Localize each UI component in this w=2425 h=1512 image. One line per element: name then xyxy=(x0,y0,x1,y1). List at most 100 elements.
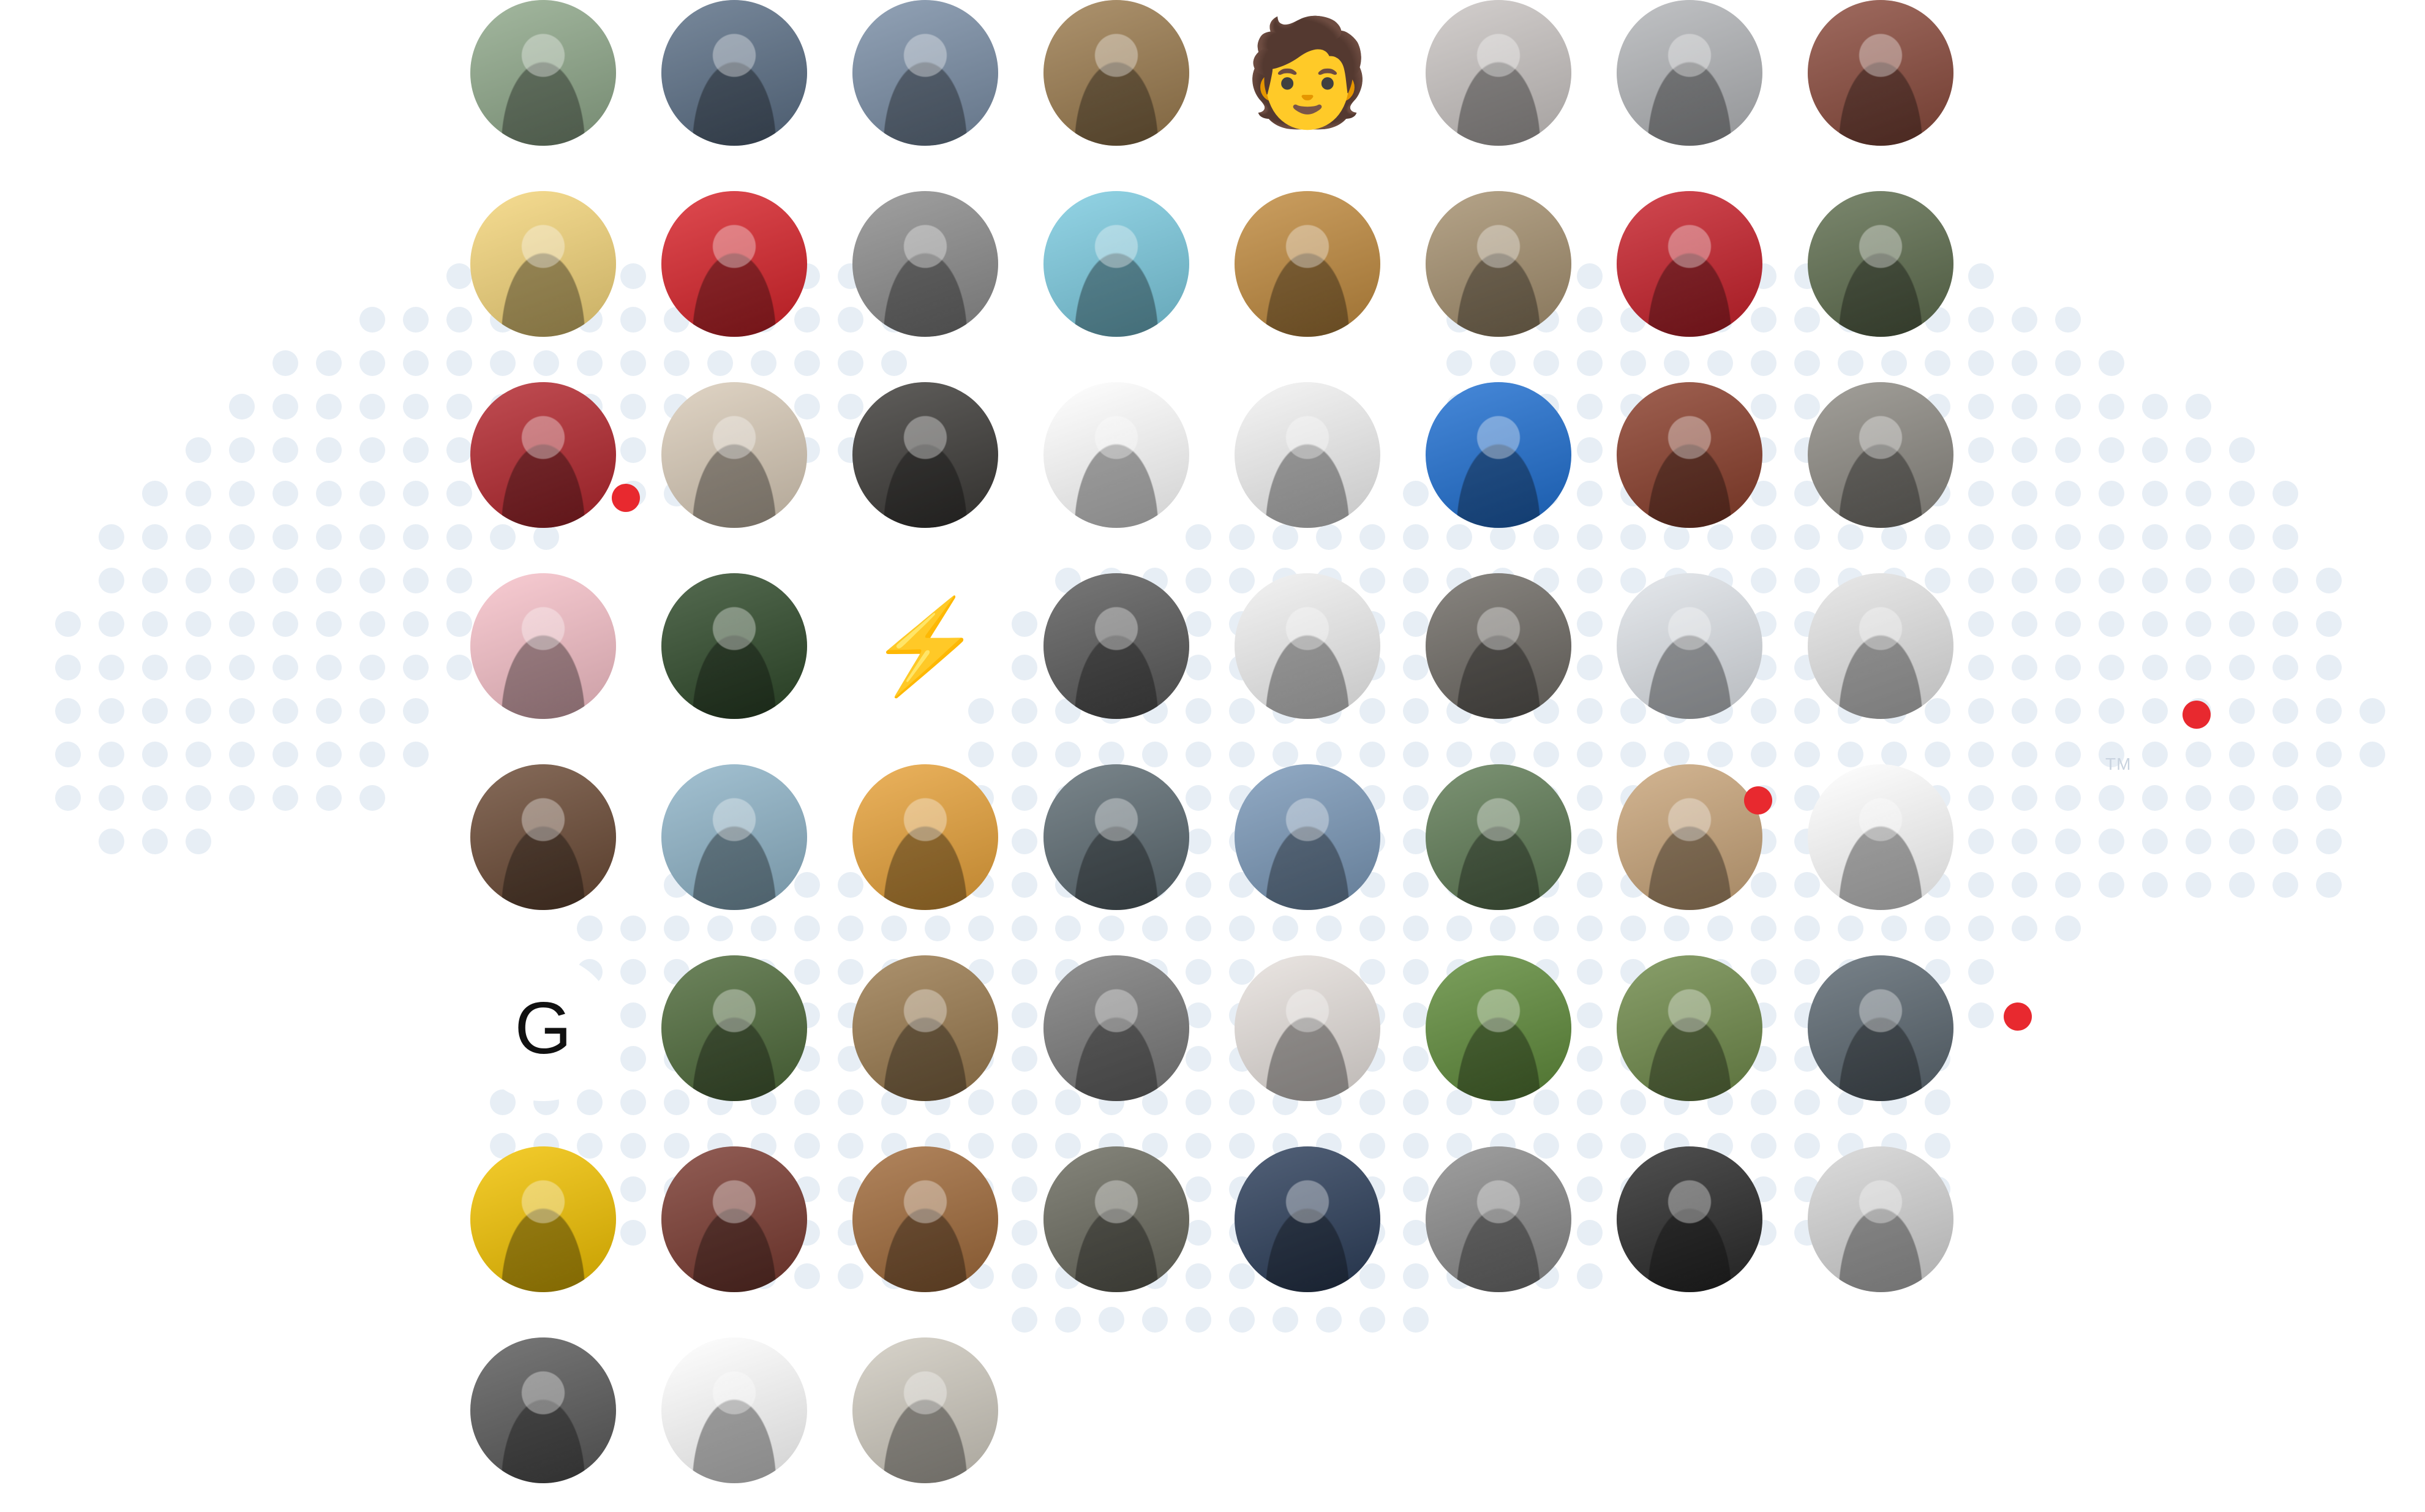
location-marker xyxy=(612,484,640,512)
avatar-portrait xyxy=(1808,382,1953,528)
avatar-5-1[interactable] xyxy=(470,764,616,910)
avatar-portrait xyxy=(1808,1146,1953,1292)
avatar-portrait xyxy=(1235,382,1380,528)
location-marker xyxy=(2004,1002,2032,1031)
avatar-3-3[interactable] xyxy=(852,382,998,528)
avatar-4-8[interactable] xyxy=(1808,573,1953,719)
avatar-6-4[interactable] xyxy=(1043,955,1189,1101)
avatar-portrait xyxy=(470,382,616,528)
avatar-2-1[interactable] xyxy=(470,191,616,337)
avatar-1-5[interactable]: 🧑 xyxy=(1235,0,1380,146)
avatar-4-3[interactable]: ⚡ xyxy=(852,573,998,719)
location-marker xyxy=(1744,786,1772,814)
avatar-5-8[interactable] xyxy=(1808,764,1953,910)
avatar-5-5[interactable] xyxy=(1235,764,1380,910)
avatar-3-2[interactable] xyxy=(661,382,807,528)
avatar-4-6[interactable] xyxy=(1426,573,1571,719)
avatar-portrait xyxy=(470,191,616,337)
avatar-6-5[interactable] xyxy=(1235,955,1380,1101)
avatar-1-7[interactable] xyxy=(1617,0,1762,146)
avatar-3-5[interactable] xyxy=(1235,382,1380,528)
avatar-portrait xyxy=(1808,955,1953,1101)
avatar-2-3[interactable] xyxy=(852,191,998,337)
avatar-1-2[interactable] xyxy=(661,0,807,146)
avatar-icon: 🧑 xyxy=(1243,15,1372,131)
avatar-6-3[interactable] xyxy=(852,955,998,1101)
avatar-portrait xyxy=(1043,573,1189,719)
avatar-portrait xyxy=(470,764,616,910)
avatar-initial: G xyxy=(514,987,572,1069)
avatar-2-4[interactable] xyxy=(1043,191,1189,337)
avatar-portrait xyxy=(1426,191,1571,337)
avatar-5-3[interactable] xyxy=(852,764,998,910)
avatar-2-7[interactable] xyxy=(1617,191,1762,337)
avatar-1-4[interactable] xyxy=(1043,0,1189,146)
avatar-1-1[interactable] xyxy=(470,0,616,146)
avatar-portrait xyxy=(852,955,998,1101)
avatar-6-2[interactable] xyxy=(661,955,807,1101)
avatar-7-4[interactable] xyxy=(1043,1146,1189,1292)
avatar-8-1[interactable] xyxy=(470,1337,616,1483)
avatar-7-7[interactable] xyxy=(1617,1146,1762,1292)
avatar-6-1[interactable]: G xyxy=(470,955,616,1101)
avatar-portrait xyxy=(852,191,998,337)
avatar-portrait xyxy=(852,1146,998,1292)
avatar-5-2[interactable] xyxy=(661,764,807,910)
avatar-7-3[interactable] xyxy=(852,1146,998,1292)
avatar-portrait xyxy=(1235,955,1380,1101)
avatar-4-7[interactable] xyxy=(1617,573,1762,719)
avatar-1-8[interactable] xyxy=(1808,0,1953,146)
avatar-portrait xyxy=(470,1146,616,1292)
avatar-1-3[interactable] xyxy=(852,0,998,146)
avatar-portrait xyxy=(1808,0,1953,146)
avatar-portrait xyxy=(1426,1146,1571,1292)
avatar-portrait xyxy=(1617,1146,1762,1292)
avatar-7-5[interactable] xyxy=(1235,1146,1380,1292)
avatar-3-6[interactable] xyxy=(1426,382,1571,528)
avatar-portrait xyxy=(1617,955,1762,1101)
avatar-2-5[interactable] xyxy=(1235,191,1380,337)
avatar-6-6[interactable] xyxy=(1426,955,1571,1101)
avatar-4-4[interactable] xyxy=(1043,573,1189,719)
avatar-4-2[interactable] xyxy=(661,573,807,719)
avatar-portrait xyxy=(1043,955,1189,1101)
avatar-3-7[interactable] xyxy=(1617,382,1762,528)
avatar-portrait xyxy=(1043,1146,1189,1292)
avatar-portrait xyxy=(852,1337,998,1483)
avatar-portrait xyxy=(1808,573,1953,719)
avatar-icon: ⚡ xyxy=(868,595,983,698)
avatar-portrait xyxy=(661,955,807,1101)
avatar-portrait xyxy=(661,0,807,146)
avatar-portrait xyxy=(661,573,807,719)
avatar-portrait xyxy=(852,764,998,910)
avatar-2-6[interactable] xyxy=(1426,191,1571,337)
avatar-portrait xyxy=(470,573,616,719)
avatar-8-3[interactable] xyxy=(852,1337,998,1483)
avatar-8-2[interactable] xyxy=(661,1337,807,1483)
avatar-portrait xyxy=(1043,764,1189,910)
avatar-7-6[interactable] xyxy=(1426,1146,1571,1292)
avatar-2-2[interactable] xyxy=(661,191,807,337)
avatar-6-7[interactable] xyxy=(1617,955,1762,1101)
avatar-4-5[interactable] xyxy=(1235,573,1380,719)
avatar-2-8[interactable] xyxy=(1808,191,1953,337)
avatar-3-1[interactable] xyxy=(470,382,616,528)
avatar-7-1[interactable] xyxy=(470,1146,616,1292)
avatar-7-2[interactable] xyxy=(661,1146,807,1292)
avatar-5-4[interactable] xyxy=(1043,764,1189,910)
avatar-portrait xyxy=(1426,382,1571,528)
avatar-7-8[interactable] xyxy=(1808,1146,1953,1292)
avatar-portrait xyxy=(1235,1146,1380,1292)
avatar-portrait xyxy=(661,764,807,910)
avatar-6-8[interactable] xyxy=(1808,955,1953,1101)
avatar-5-6[interactable] xyxy=(1426,764,1571,910)
avatar-4-1[interactable] xyxy=(470,573,616,719)
avatar-3-4[interactable] xyxy=(1043,382,1189,528)
avatar-3-8[interactable] xyxy=(1808,382,1953,528)
avatar-1-6[interactable] xyxy=(1426,0,1571,146)
avatar-portrait xyxy=(1235,764,1380,910)
avatar-5-7[interactable] xyxy=(1617,764,1762,910)
avatar-portrait xyxy=(1426,573,1571,719)
avatar-portrait xyxy=(1426,764,1571,910)
avatar-grid: 🧑 ⚡ G xyxy=(0,0,2425,1512)
